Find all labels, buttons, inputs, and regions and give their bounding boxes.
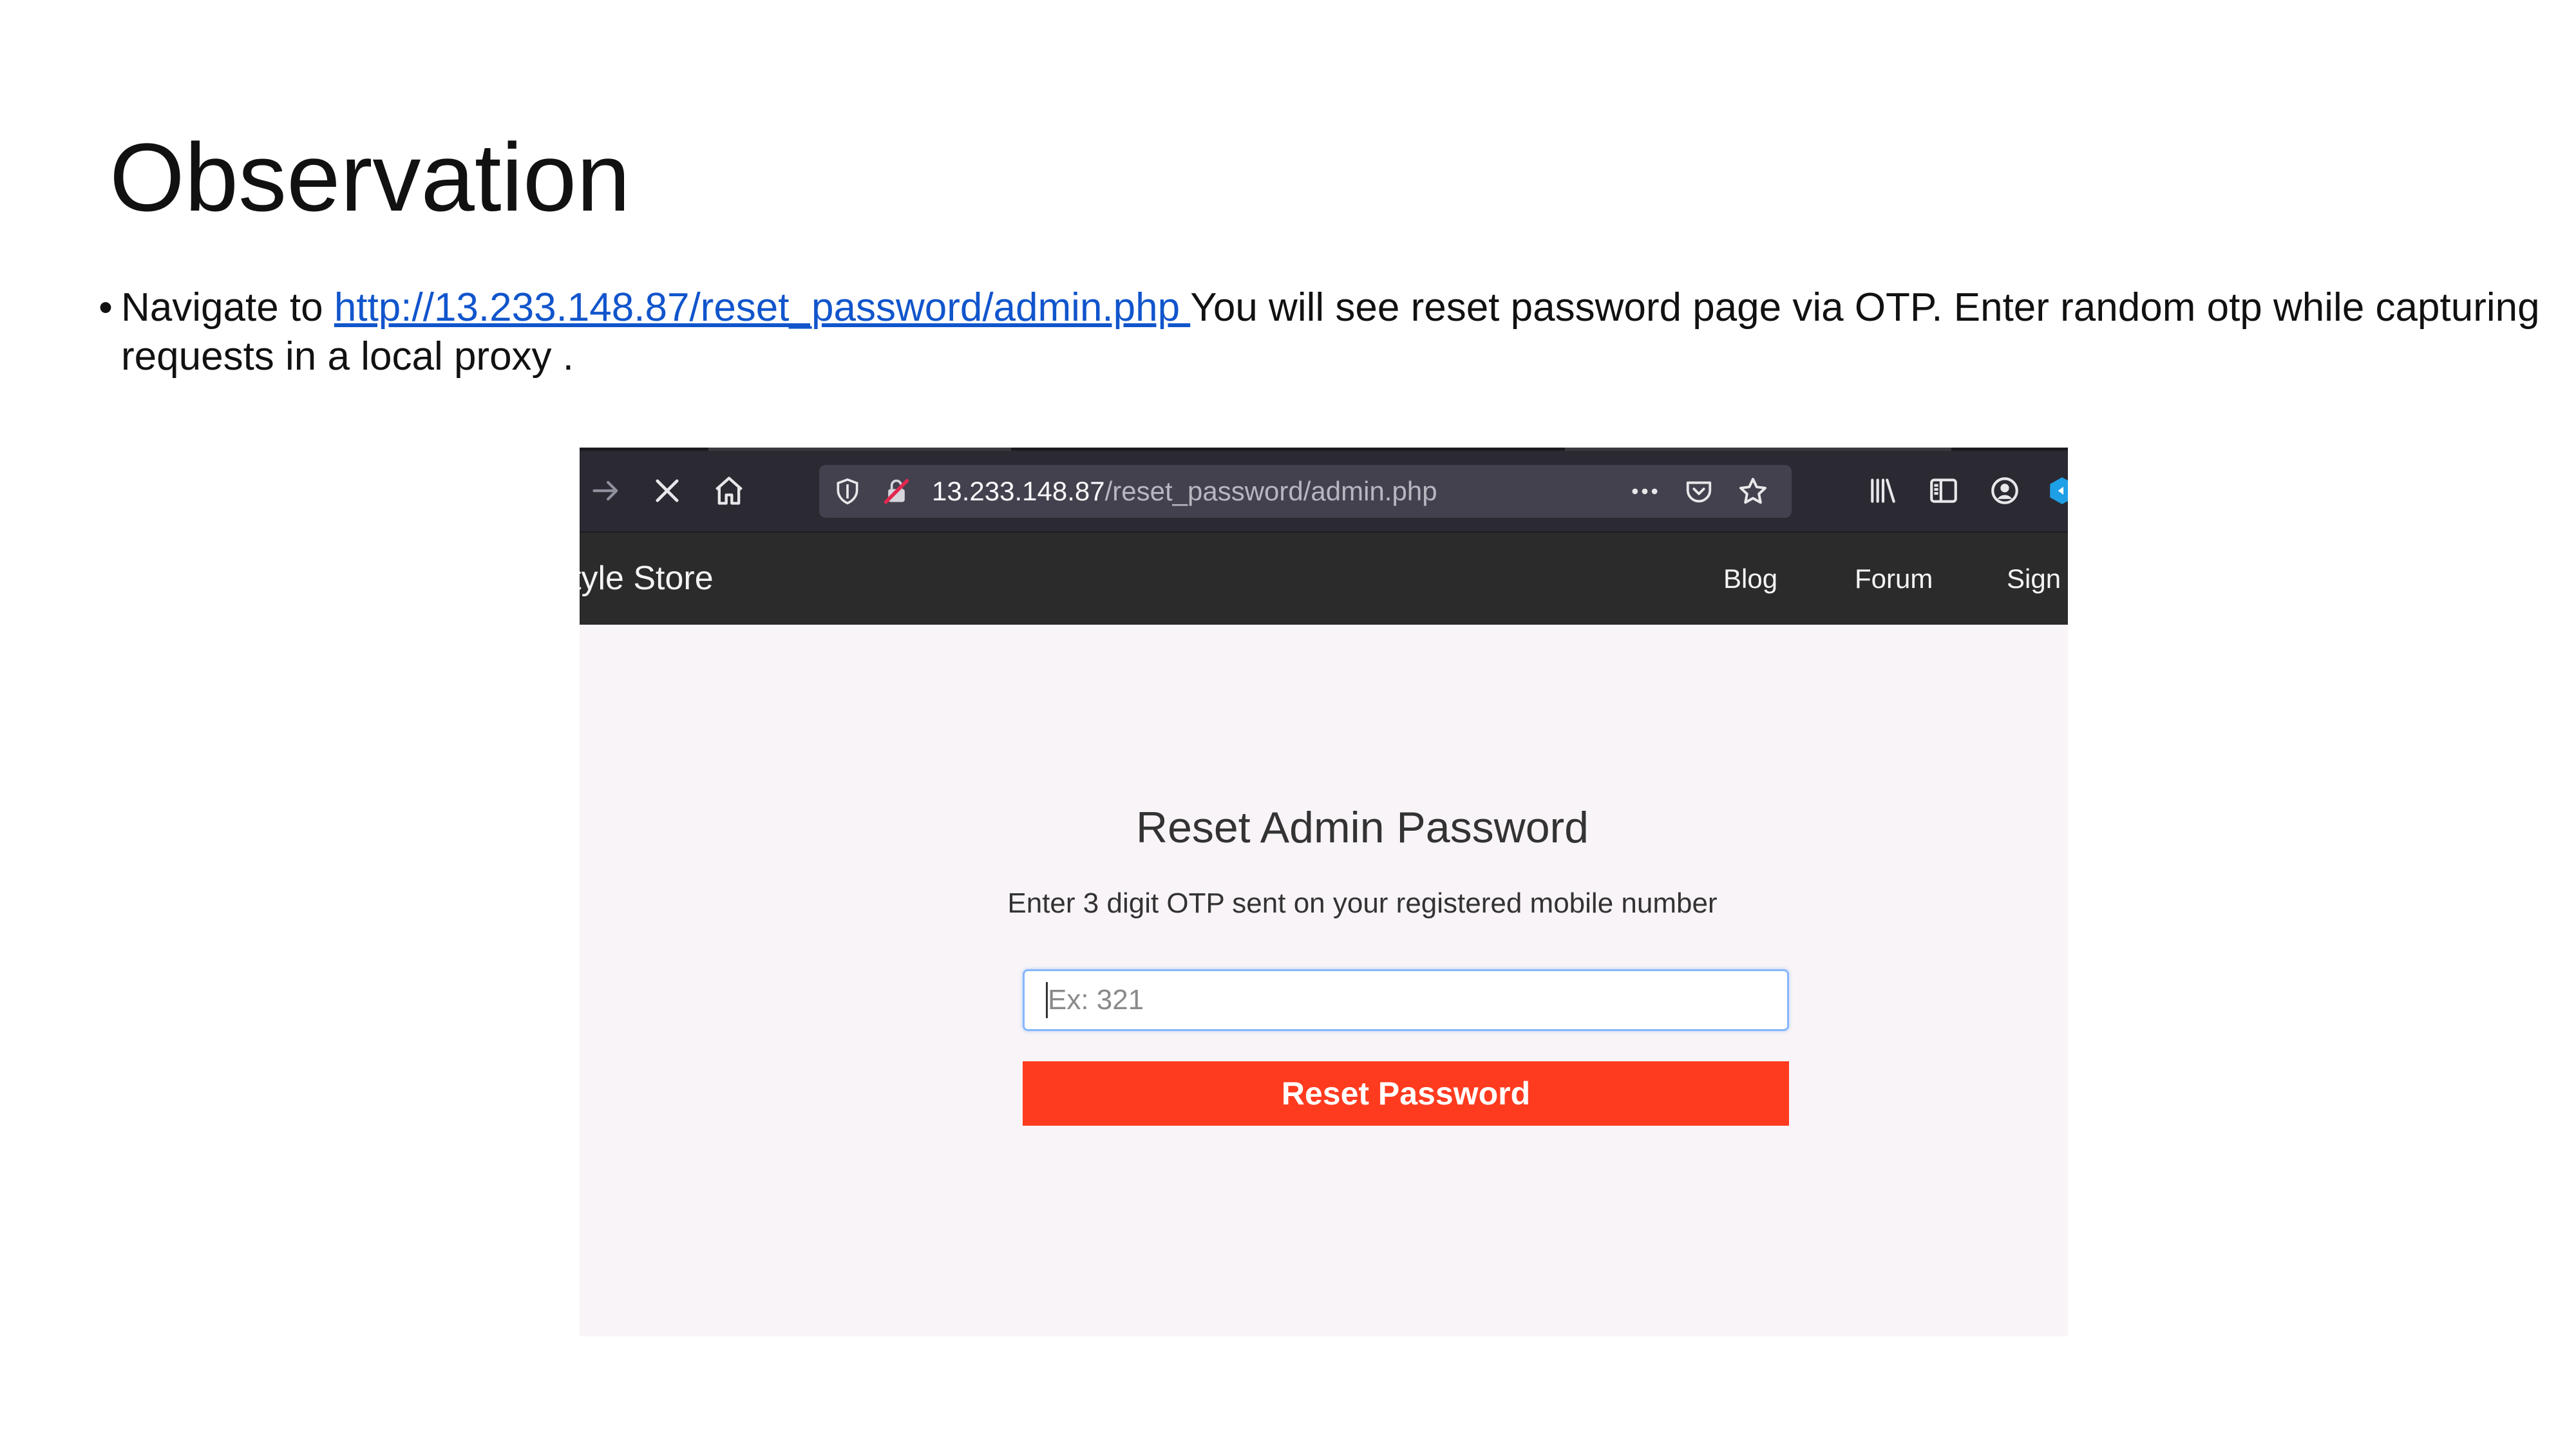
insecure-lock-icon[interactable] bbox=[876, 471, 917, 512]
url-host: 13.233.148.87 bbox=[932, 476, 1105, 506]
browser-toolbar: 13.233.148.87/reset_password/admin.php bbox=[580, 451, 2068, 533]
bullet-point: • Navigate to http://13.233.148.87/reset… bbox=[90, 283, 2570, 381]
otp-input[interactable] bbox=[1023, 969, 1789, 1031]
bullet-link[interactable]: http://13.233.148.87/reset_password/admi… bbox=[334, 285, 1190, 330]
home-icon[interactable] bbox=[708, 470, 750, 511]
bullet-text: Navigate to http://13.233.148.87/reset_p… bbox=[121, 283, 2570, 381]
star-icon[interactable] bbox=[1732, 471, 1774, 512]
forward-arrow-icon[interactable] bbox=[586, 470, 627, 511]
shield-icon[interactable] bbox=[827, 471, 868, 512]
pocket-icon[interactable] bbox=[1678, 471, 1719, 512]
bullet-dot: • bbox=[99, 285, 113, 330]
library-icon[interactable] bbox=[1862, 470, 1904, 511]
text-caret bbox=[1046, 982, 1048, 1018]
url-path: /reset_password/admin.php bbox=[1104, 476, 1437, 506]
form-heading: Reset Admin Password bbox=[1136, 803, 1589, 852]
account-icon[interactable] bbox=[1984, 470, 2025, 511]
extension-icon[interactable] bbox=[2041, 470, 2068, 511]
more-dots-icon[interactable] bbox=[1624, 471, 1665, 512]
url-text[interactable]: 13.233.148.87/reset_password/admin.php bbox=[932, 465, 1437, 518]
form-instructions: Enter 3 digit OTP sent on your registere… bbox=[1007, 887, 1718, 919]
reset-password-button[interactable]: Reset Password bbox=[1023, 1061, 1789, 1126]
sidebar-icon[interactable] bbox=[1923, 470, 1964, 511]
browser-screenshot: 13.233.148.87/reset_password/admin.php t… bbox=[580, 448, 2068, 1336]
nav-link-sign-up[interactable]: Sign U bbox=[2007, 533, 2068, 625]
slide: Observation • Navigate to http://13.233.… bbox=[0, 0, 2576, 1449]
address-bar[interactable]: 13.233.148.87/reset_password/admin.php bbox=[819, 465, 1792, 518]
close-icon[interactable] bbox=[647, 470, 688, 511]
nav-link-forum[interactable]: Forum bbox=[1855, 533, 1933, 625]
site-navbar: tyle Store Blog Forum Sign U bbox=[580, 533, 2068, 625]
site-brand[interactable]: tyle Store bbox=[580, 533, 714, 625]
slide-title: Observation bbox=[109, 123, 630, 231]
nav-link-blog[interactable]: Blog bbox=[1723, 533, 1777, 625]
bullet-prefix: Navigate to bbox=[121, 285, 334, 330]
